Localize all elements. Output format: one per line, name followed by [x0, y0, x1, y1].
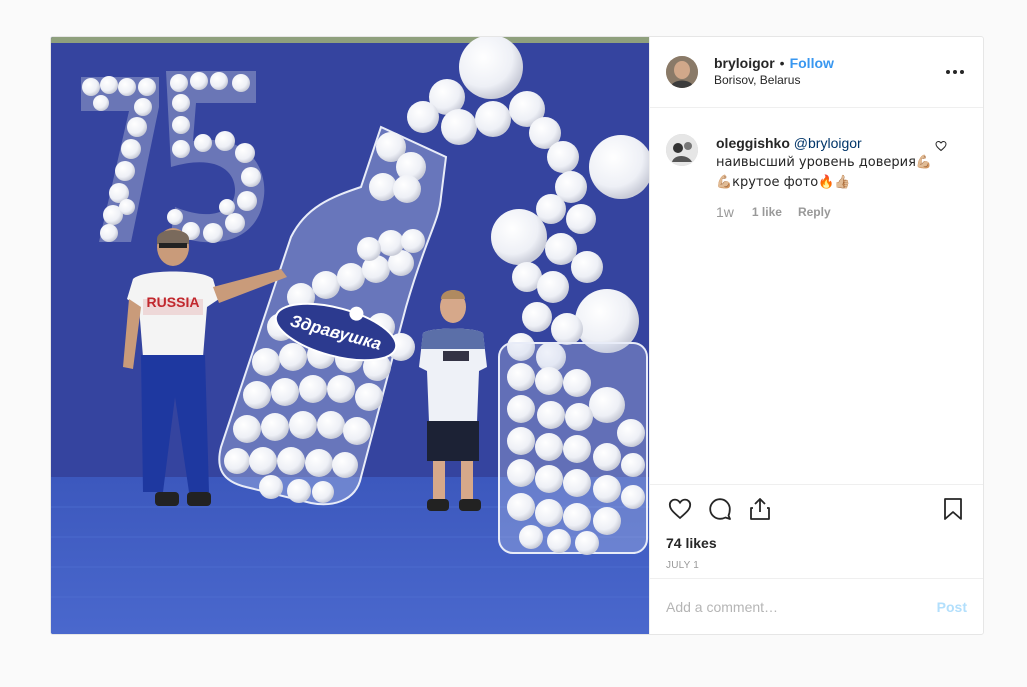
- balloon-cylinder: [498, 342, 648, 555]
- post-location[interactable]: Borisov, Belarus: [714, 72, 943, 89]
- commenter-avatar[interactable]: [666, 134, 698, 166]
- photo-illustration: Здравушка RUSSIA: [51, 37, 649, 634]
- comment-item: oleggishko @bryloigor наивысший уровень …: [666, 134, 967, 220]
- follow-button[interactable]: Follow: [790, 55, 834, 72]
- post-actions: 74 likes JULY 1: [650, 484, 983, 578]
- share-icon[interactable]: [746, 495, 774, 523]
- comment-text: наивысший уровень доверия💪🏼💪🏼крутое фото…: [716, 155, 933, 190]
- post-date[interactable]: JULY 1: [666, 560, 967, 571]
- author-username[interactable]: bryloigor: [714, 55, 775, 72]
- comment-body: oleggishko @bryloigor наивысший уровень …: [716, 134, 936, 192]
- comment-username[interactable]: oleggishko: [716, 135, 790, 151]
- separator-dot: •: [779, 55, 785, 71]
- bookmark-icon[interactable]: [939, 495, 967, 523]
- more-options-icon[interactable]: [943, 60, 967, 84]
- comment-meta: 1w 1 like Reply: [716, 204, 936, 220]
- heart-icon[interactable]: [666, 495, 694, 523]
- reply-button[interactable]: Reply: [798, 205, 831, 219]
- add-comment-input[interactable]: [666, 598, 937, 615]
- instagram-post: Здравушка RUSSIA bryloigor • Follow Bori…: [50, 36, 984, 635]
- author-meta: bryloigor • Follow Borisov, Belarus: [714, 55, 943, 89]
- comment-mention[interactable]: @bryloigor: [794, 135, 862, 151]
- post-comment-button[interactable]: Post: [937, 599, 967, 615]
- author-avatar[interactable]: [666, 56, 698, 88]
- comment-icon[interactable]: [706, 495, 734, 523]
- post-photo[interactable]: Здравушка RUSSIA: [51, 37, 649, 634]
- post-header: bryloigor • Follow Borisov, Belarus: [650, 37, 983, 108]
- add-comment-bar: Post: [650, 578, 983, 634]
- svg-text:RUSSIA: RUSSIA: [147, 294, 200, 310]
- comment-likes[interactable]: 1 like: [752, 205, 782, 219]
- post-side-panel: bryloigor • Follow Borisov, Belarus oleg…: [649, 37, 983, 634]
- likes-count[interactable]: 74 likes: [666, 535, 967, 551]
- comments-list: oleggishko @bryloigor наивысший уровень …: [650, 108, 983, 484]
- comment-like-heart-icon[interactable]: [935, 139, 947, 157]
- comment-time[interactable]: 1w: [716, 204, 734, 220]
